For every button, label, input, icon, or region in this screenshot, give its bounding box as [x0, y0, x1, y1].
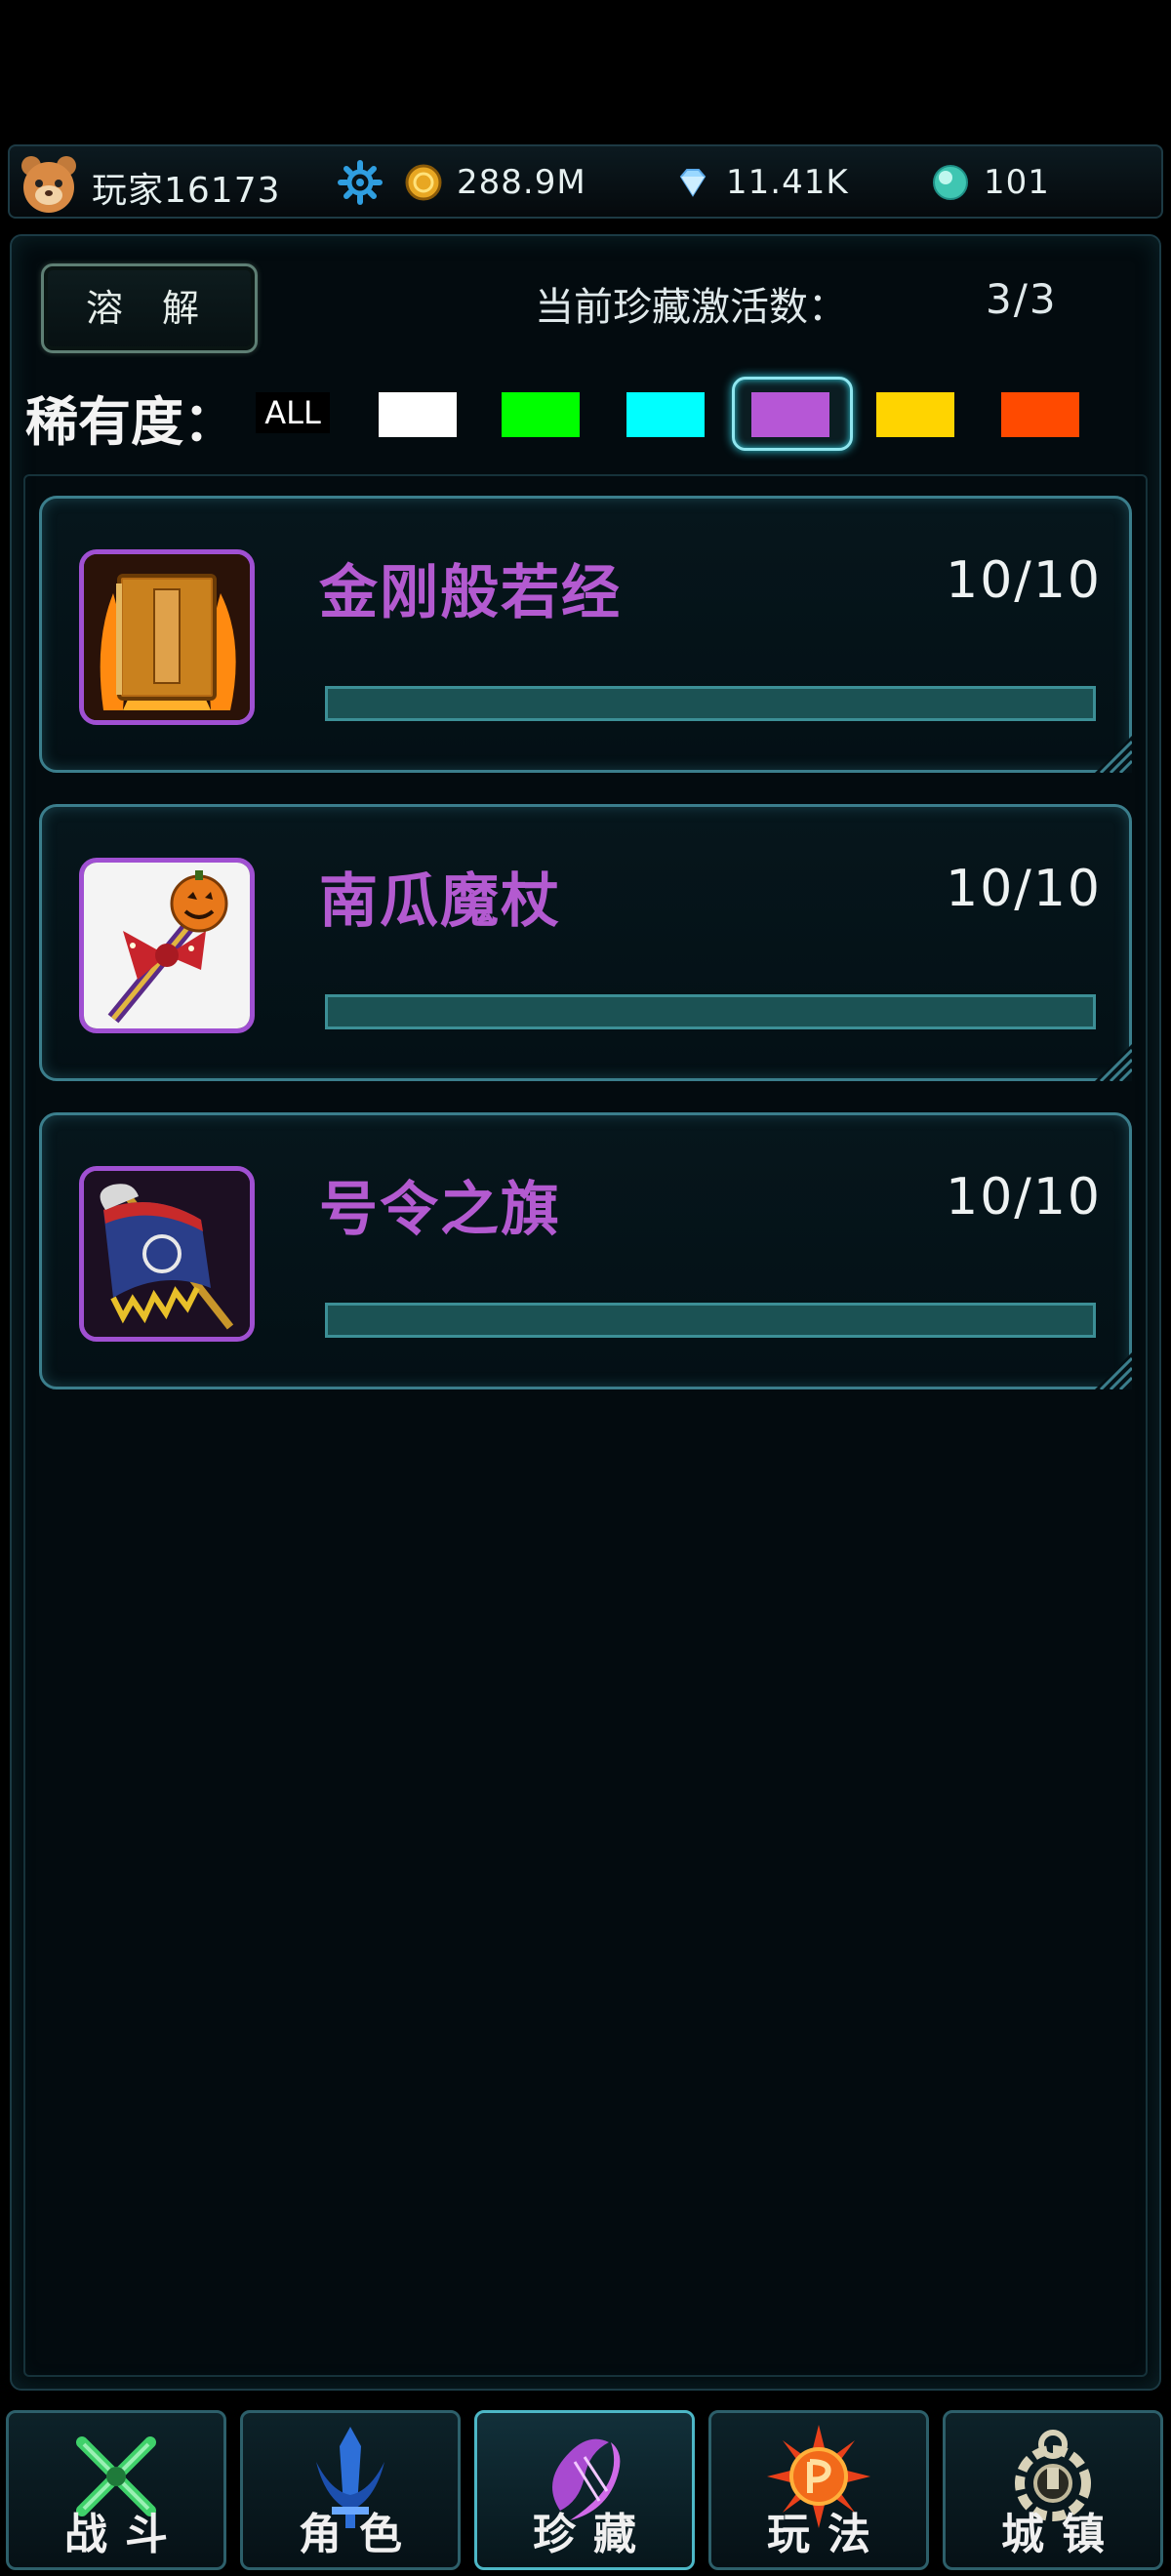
nav-tab-character[interactable]: 角色 — [240, 2410, 461, 2570]
nav-label: 珍藏 — [533, 2510, 654, 2559]
settings-gear-icon[interactable] — [338, 160, 383, 205]
rarity-swatch-orange[interactable] — [1001, 392, 1079, 437]
rarity-filter-all[interactable]: ALL — [256, 392, 330, 433]
item-level: 10/10 — [946, 551, 1102, 610]
item-progress-bar — [325, 994, 1096, 1029]
top-status-bar: 玩家16173 288.9M 11.41K 101 — [8, 144, 1163, 219]
diamond-icon — [679, 169, 707, 197]
item-name: 金刚般若经 — [319, 559, 622, 627]
rarity-swatch-white[interactable] — [379, 392, 457, 437]
item-name: 号令之旗 — [319, 1176, 561, 1244]
player-avatar-icon[interactable] — [18, 152, 80, 215]
gold-value: 288.9M — [457, 163, 586, 202]
item-level: 10/10 — [946, 860, 1102, 918]
nav-label: 玩法 — [767, 2510, 888, 2559]
gold-coin-icon — [405, 164, 442, 201]
item-progress-bar — [325, 1303, 1096, 1338]
collection-item-card[interactable]: 金刚般若经 10/10 — [39, 496, 1132, 773]
item-name: 南瓜魔杖 — [319, 867, 561, 936]
diamond-value: 11.41K — [726, 163, 849, 202]
nav-tab-collection[interactable]: 珍藏 — [474, 2410, 695, 2570]
nav-label: 角色 — [299, 2510, 420, 2559]
player-name: 玩家16173 — [92, 171, 281, 211]
active-count-label: 当前珍藏激活数： — [535, 285, 847, 330]
collection-item-card[interactable]: 号令之旗 10/10 — [39, 1112, 1132, 1389]
active-count-value: 3/3 — [986, 275, 1058, 323]
nav-tab-town[interactable]: 城镇 — [943, 2410, 1163, 2570]
item-level: 10/10 — [946, 1168, 1102, 1227]
crystal-value: 101 — [984, 163, 1050, 202]
dissolve-button[interactable]: 溶 解 — [41, 263, 258, 353]
gold-counter: 288.9M — [404, 160, 586, 205]
card-corner-decoration — [1095, 1044, 1132, 1081]
crystal-orb-icon — [933, 165, 968, 200]
nav-label: 城镇 — [1001, 2510, 1122, 2559]
item-progress-bar — [325, 686, 1096, 721]
item-icon-frame — [79, 1166, 255, 1342]
item-icon-frame — [79, 549, 255, 725]
rarity-swatch-purple[interactable] — [751, 392, 829, 437]
nav-tab-gameplay[interactable]: 玩法 — [708, 2410, 929, 2570]
card-corner-decoration — [1095, 1352, 1132, 1389]
rarity-swatch-green[interactable] — [502, 392, 580, 437]
rarity-swatch-yellow[interactable] — [876, 392, 954, 437]
diamond-counter: 11.41K — [673, 160, 849, 205]
card-corner-decoration — [1095, 736, 1132, 773]
sutra-book-icon — [84, 554, 250, 720]
rarity-swatch-cyan[interactable] — [626, 392, 705, 437]
pumpkin-wand-icon — [84, 863, 250, 1028]
crystal-counter: 101 — [931, 160, 1050, 205]
rarity-filter-label: 稀有度： — [25, 391, 236, 453]
nav-tab-battle[interactable]: 战斗 — [6, 2410, 226, 2570]
nav-label: 战斗 — [64, 2510, 185, 2559]
item-icon-frame — [79, 858, 255, 1033]
collection-item-card[interactable]: 南瓜魔杖 10/10 — [39, 804, 1132, 1081]
command-flag-icon — [84, 1171, 250, 1337]
